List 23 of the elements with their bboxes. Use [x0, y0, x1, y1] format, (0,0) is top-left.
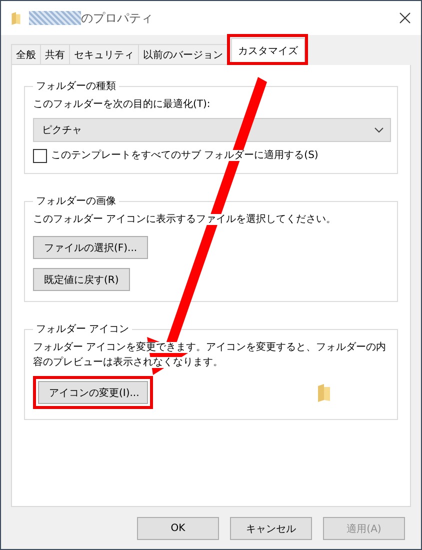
- group-title: フォルダーの画像: [35, 195, 117, 208]
- optimize-label: このフォルダーを次の目的に最適化(T):: [33, 98, 212, 112]
- redacted-name: [29, 11, 81, 25]
- window-title: のプロパティ: [81, 10, 154, 26]
- tab[interactable]: セキュリティ: [69, 44, 139, 65]
- dropdown[interactable]: ピクチャ: [33, 118, 391, 142]
- close-icon[interactable]: [399, 12, 411, 24]
- group-title: フォルダー アイコン: [35, 323, 130, 336]
- dialog-button[interactable]: OK: [137, 517, 219, 540]
- tab[interactable]: 以前のバージョン: [138, 44, 228, 65]
- description-text: フォルダー アイコンを変更できます。アイコンを変更すると、フォルダーの内容のプレビューは表示されなくなります。: [33, 340, 388, 370]
- dialog-button[interactable]: ファイルの選択(F)...: [33, 236, 148, 259]
- chevron-down-icon: [374, 127, 384, 133]
- checkbox-label: このテンプレートをすべてのサブ フォルダーに適用する(S): [51, 148, 318, 163]
- dialog-button[interactable]: キャンセル: [230, 517, 312, 540]
- group-title: フォルダーの種類: [35, 80, 117, 93]
- tab[interactable]: カスタマイズ: [231, 38, 305, 62]
- checkbox[interactable]: [33, 148, 47, 162]
- tab[interactable]: 全般: [11, 44, 41, 65]
- change-icon-button[interactable]: アイコンの変更(I)...: [38, 381, 148, 404]
- dialog-button[interactable]: 既定値に戻す(R): [33, 268, 130, 291]
- folder-icon: [11, 12, 21, 24]
- tab[interactable]: 共有: [40, 44, 70, 65]
